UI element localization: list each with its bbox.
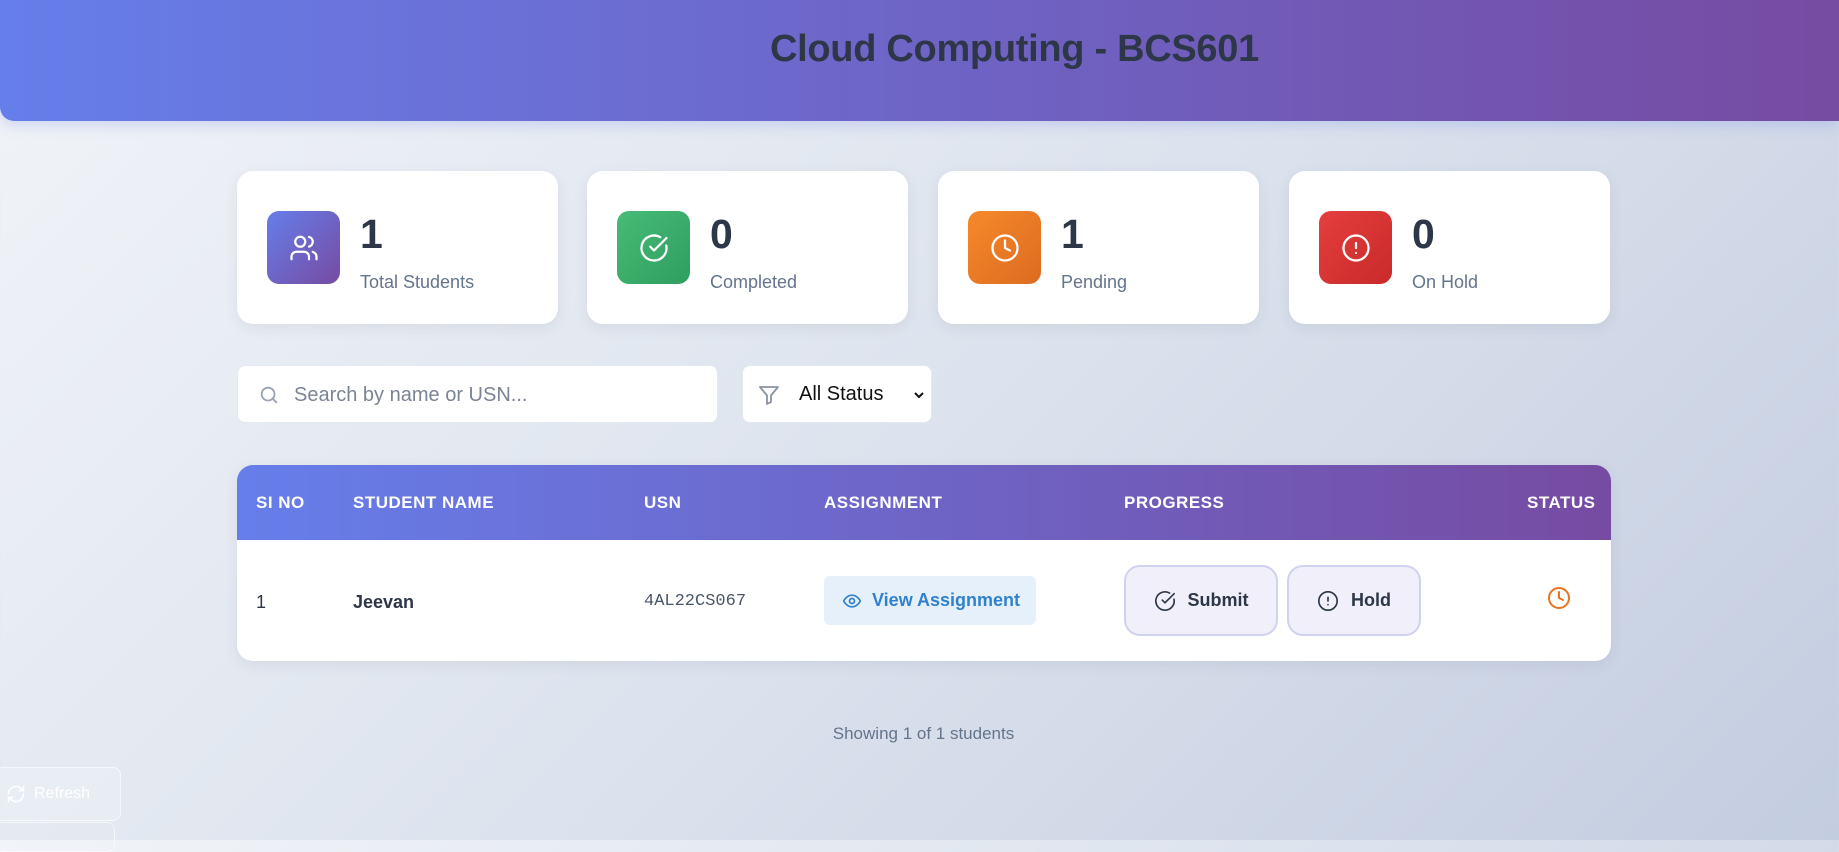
column-header-status: STATUS: [1527, 493, 1596, 512]
users-icon: [267, 211, 340, 284]
clock-icon: [1548, 587, 1570, 609]
check-circle-icon: [1154, 590, 1175, 611]
column-header-student-name: STUDENT NAME: [353, 493, 495, 512]
column-header-assignment: ASSIGNMENT: [824, 493, 943, 512]
filter-icon: [759, 386, 779, 405]
chevron-down-icon: [914, 392, 924, 399]
column-header-si-no: SI NO: [256, 493, 305, 512]
stat-card-completed: 0 Completed: [587, 171, 908, 324]
showing-count: Showing 1 of 1 students: [832, 724, 1015, 743]
alert-circle-icon: [1318, 590, 1338, 611]
hold-button[interactable]: Hold: [1287, 565, 1421, 636]
refresh-label: Refresh: [34, 785, 91, 802]
view-assignment-button[interactable]: View Assignment: [824, 576, 1036, 625]
stat-value: 1: [1061, 211, 1084, 257]
search-box: [237, 365, 718, 424]
column-header-usn: USN: [644, 493, 682, 512]
stat-value: 1: [360, 211, 383, 257]
stat-label: Completed: [710, 272, 798, 292]
submit-label: Submit: [1187, 590, 1249, 610]
row-usn: 4AL22CS067: [644, 592, 747, 611]
view-assignment-label: View Assignment: [872, 590, 1021, 610]
search-input[interactable]: [292, 366, 706, 424]
stat-label: Total Students: [360, 272, 475, 292]
table-header: SI NO STUDENT NAME USN ASSIGNMENT PROGRE…: [237, 465, 1611, 540]
filter-selected-value: All Status: [799, 383, 884, 405]
stat-value: 0: [710, 211, 733, 257]
stat-label: Pending: [1061, 272, 1128, 292]
students-table: SI NO STUDENT NAME USN ASSIGNMENT PROGRE…: [237, 465, 1611, 661]
clock-icon: [968, 211, 1041, 284]
alert-circle-icon: [1319, 211, 1392, 284]
search-icon: [260, 386, 278, 404]
row-student-name: Jeevan: [353, 592, 415, 612]
floating-button-partial[interactable]: [0, 822, 115, 852]
stat-card-total-students: 1 Total Students: [237, 171, 558, 324]
page-header: Cloud Computing - BCS601: [0, 0, 1839, 121]
stat-label: On Hold: [1412, 272, 1479, 292]
hold-label: Hold: [1351, 590, 1391, 610]
refresh-button[interactable]: Refresh: [0, 767, 121, 821]
column-header-progress: PROGRESS: [1124, 493, 1225, 512]
refresh-icon: [7, 785, 25, 803]
submit-button[interactable]: Submit: [1124, 565, 1278, 636]
check-circle-icon: [617, 211, 690, 284]
stat-card-pending: 1 Pending: [938, 171, 1259, 324]
row-si-no: 1: [256, 592, 267, 612]
status-filter-select[interactable]: All Status: [742, 365, 932, 423]
stat-card-on-hold: 0 On Hold: [1289, 171, 1610, 324]
page-title: Cloud Computing - BCS601: [770, 28, 1259, 70]
stat-value: 0: [1412, 211, 1435, 257]
eye-icon: [842, 593, 862, 608]
